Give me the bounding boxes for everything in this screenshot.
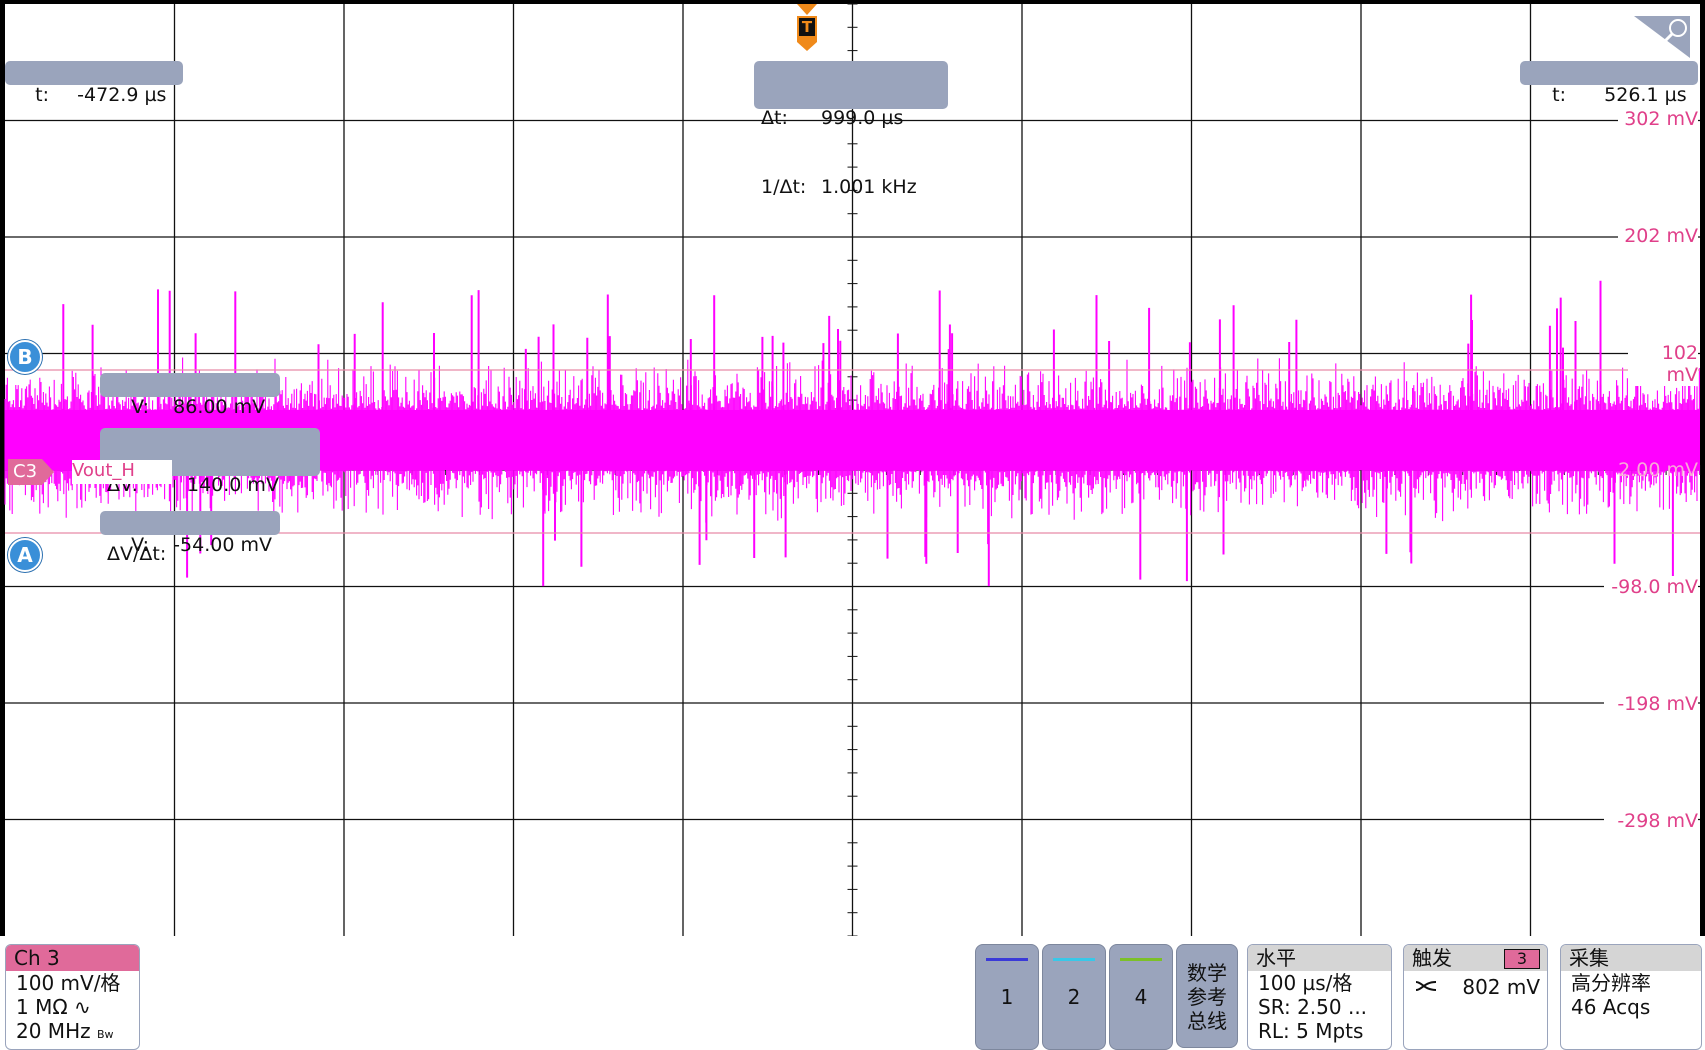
- channel-3-marker[interactable]: C3: [8, 459, 54, 485]
- cursor-b-handle[interactable]: B: [8, 340, 42, 374]
- channel-3-marker-label: C3: [13, 461, 38, 482]
- y-axis-label-202: 202 mV: [1618, 225, 1698, 247]
- acquisition-settings-card[interactable]: 采集 高分辨率 46 Acqs: [1560, 944, 1702, 1050]
- channel-1-button[interactable]: 1: [975, 944, 1039, 1050]
- trace-name-label: Vout_H: [72, 460, 172, 484]
- delta-time-readout: Δt: 999.0 µs 1/Δt: 1.001 kHz: [754, 61, 948, 198]
- acquisition-mode: 高分辨率: [1571, 971, 1651, 995]
- channel-2-button[interactable]: 2: [1042, 944, 1106, 1050]
- cursor-b-time-value: 526.1 µs: [1604, 84, 1687, 106]
- voltage-label: V:: [131, 534, 150, 556]
- cursor-b-time-readout: t: 526.1 µs: [1520, 61, 1698, 106]
- time-label: t:: [1552, 84, 1567, 106]
- vertical-scale: 100 mV/格: [16, 971, 121, 995]
- cursor-a-time-value: -472.9 µs: [77, 84, 167, 106]
- delta-t-label: Δt:: [761, 107, 788, 129]
- channel-4-button[interactable]: 4: [1109, 944, 1173, 1050]
- trigger-settings-card[interactable]: 触发 3 802 mV: [1403, 944, 1548, 1050]
- y-axis-label-102: 102 mV: [1628, 342, 1698, 386]
- trigger-position-marker[interactable]: T: [794, 0, 820, 52]
- channel-3-settings-card[interactable]: Ch 3 100 mV/格 1 MΩ ∿ 20 MHz Bw: [5, 944, 140, 1050]
- settings-bar: Ch 3 100 mV/格 1 MΩ ∿ 20 MHz Bw 1 2 4 数学 …: [0, 936, 1705, 1050]
- delta-v-value: 140.0 mV: [187, 474, 279, 496]
- record-length: RL: 5 Mpts: [1258, 1019, 1364, 1043]
- trigger-card-header: 触发 3: [1404, 945, 1547, 971]
- acquisition-card-header: 采集: [1561, 945, 1701, 971]
- cursor-a-voltage-value: -54.00 mV: [173, 534, 272, 556]
- time-label: t:: [35, 84, 50, 106]
- acquisition-count: 46 Acqs: [1571, 995, 1651, 1019]
- delta-t-value: 999.0 µs: [821, 107, 904, 129]
- y-axis-label-minus-98: -98.0 mV: [1604, 576, 1698, 598]
- sample-rate: SR: 2.50 ...: [1258, 995, 1368, 1019]
- y-axis-label-minus-198: -198 mV: [1604, 693, 1698, 715]
- cursor-a-time-readout: t: -472.9 µs: [5, 61, 183, 106]
- horizontal-card-header: 水平: [1248, 945, 1391, 971]
- trigger-level-line: 802 mV: [1404, 975, 1547, 999]
- input-impedance: 1 MΩ ∿: [16, 995, 91, 1019]
- math-ref-bus-button[interactable]: 数学 参考 总线: [1176, 944, 1238, 1048]
- cursor-a-handle[interactable]: A: [8, 538, 42, 572]
- inverse-delta-t-value: 1.001 kHz: [821, 176, 917, 198]
- bandwidth-limit: 20 MHz Bw: [16, 1019, 114, 1043]
- edge-slope-icon: [1414, 975, 1442, 999]
- channel-3-card-header: Ch 3: [6, 945, 139, 971]
- inverse-delta-t-label: 1/Δt:: [761, 176, 807, 198]
- channel-2-color-bar: [1053, 958, 1095, 961]
- bandwidth-limit-badge: Bw: [96, 1028, 114, 1041]
- trigger-level: 802 mV: [1462, 975, 1541, 999]
- zoom-icon[interactable]: [1632, 14, 1692, 60]
- trigger-source-badge: 3: [1504, 949, 1540, 969]
- oscilloscope-display[interactable]: t: -472.9 µs Δt: 999.0 µs 1/Δt: 1.001 kHz t…: [0, 0, 1705, 1050]
- channel-4-color-bar: [1120, 958, 1162, 961]
- y-axis-label-2: 2.00 mV: [1618, 459, 1698, 481]
- horizontal-scale: 100 µs/格: [1258, 971, 1353, 995]
- y-axis-label-302: 302 mV: [1618, 108, 1698, 130]
- y-axis-label-minus-298: -298 mV: [1604, 810, 1698, 832]
- cursor-a-voltage-readout: V: -54.00 mV: [100, 511, 280, 556]
- cursor-b-voltage-readout: V: 86.00 mV: [100, 373, 280, 418]
- channel-1-color-bar: [986, 958, 1028, 961]
- horizontal-settings-card[interactable]: 水平 100 µs/格 SR: 2.50 ... RL: 5 Mpts: [1247, 944, 1392, 1050]
- cursor-b-voltage-value: 86.00 mV: [173, 396, 266, 418]
- voltage-label: V:: [131, 396, 150, 418]
